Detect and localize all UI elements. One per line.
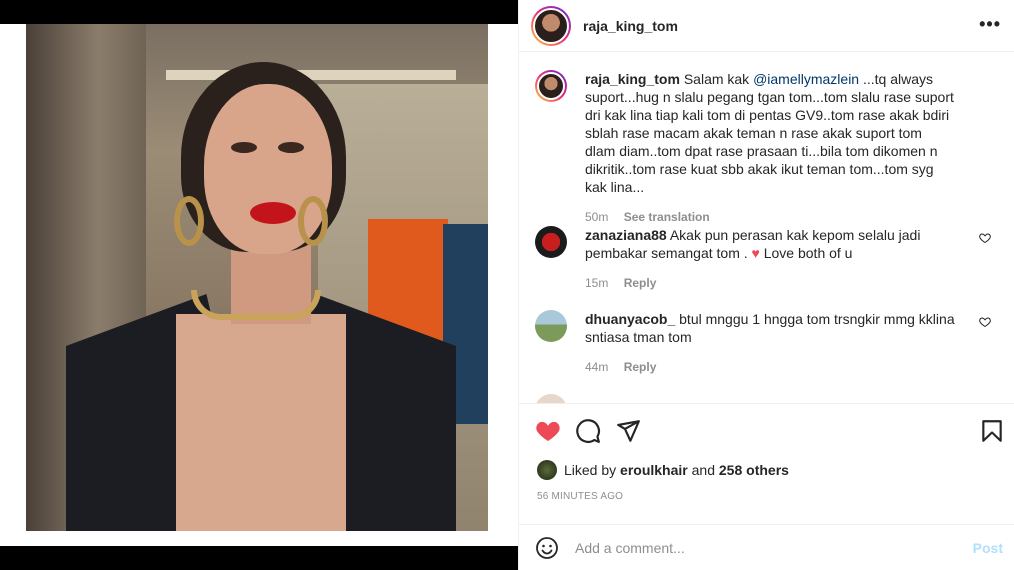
comment-username[interactable]: zanaziana88 (585, 227, 667, 243)
post-media-panel (0, 24, 518, 546)
heart-emoji: ♥ (751, 245, 760, 261)
header-avatar[interactable] (531, 6, 571, 46)
action-bar (519, 404, 1014, 456)
comment-like-heart-icon[interactable] (979, 232, 991, 244)
comment-username[interactable]: dhuanyacob_ (585, 311, 675, 327)
comment-time: 44m (585, 360, 609, 374)
liker-avatar[interactable] (537, 460, 557, 480)
photo-left-eye (231, 142, 257, 153)
photo-right-earring (298, 196, 328, 246)
heart-icon[interactable] (535, 418, 561, 444)
comment-avatar[interactable] (535, 310, 567, 342)
post-header: raja_king_tom ••• (519, 0, 1014, 52)
comment-avatar[interactable] (535, 226, 567, 258)
header-username[interactable]: raja_king_tom (583, 18, 678, 34)
others-link[interactable]: 258 others (719, 462, 789, 478)
see-translation-link[interactable]: See translation (624, 210, 710, 224)
post-timestamp: 56 MINUTES AGO (537, 491, 624, 502)
post-details-panel: raja_king_tom ••• raja_king_tom Salam ka… (518, 0, 1014, 570)
photo-choker (191, 290, 321, 320)
caption-mention-link[interactable]: @iamellymazlein (753, 71, 859, 87)
photo-lips (250, 202, 296, 224)
photo-right-eye (278, 142, 304, 153)
reply-button[interactable]: Reply (624, 276, 657, 290)
caption-username[interactable]: raja_king_tom (585, 71, 680, 87)
liker-username[interactable]: eroulkhair (620, 462, 688, 478)
post-comment-button[interactable]: Post (973, 540, 1003, 556)
more-options-icon[interactable]: ••• (979, 14, 1001, 35)
likes-prefix: Liked by (564, 462, 621, 478)
caption-avatar[interactable] (535, 70, 567, 102)
bookmark-icon[interactable] (979, 418, 1005, 444)
comment-time: 15m (585, 276, 609, 290)
photo-left-earring (174, 196, 204, 246)
add-comment-bar: Post (519, 524, 1014, 570)
share-icon[interactable] (615, 418, 641, 444)
comment-icon[interactable] (575, 418, 601, 444)
caption-text-end: ...tq always suport...hug n slalu pegang… (585, 71, 954, 195)
caption-text-start: Salam kak (683, 71, 754, 87)
reply-button[interactable]: Reply (624, 360, 657, 374)
emoji-icon[interactable] (535, 536, 559, 560)
likes-middle: and (687, 462, 719, 478)
comment-text-end: Love both of u (759, 245, 853, 261)
comment-like-heart-icon[interactable] (979, 316, 991, 328)
post-photo[interactable] (26, 24, 488, 531)
comments-section[interactable]: raja_king_tom Salam kak @iamellymazlein … (519, 52, 1014, 404)
add-comment-input[interactable] (575, 537, 955, 559)
caption-time: 50m (585, 210, 609, 224)
photo-chest (176, 314, 346, 531)
comment-avatar[interactable] (535, 394, 567, 403)
